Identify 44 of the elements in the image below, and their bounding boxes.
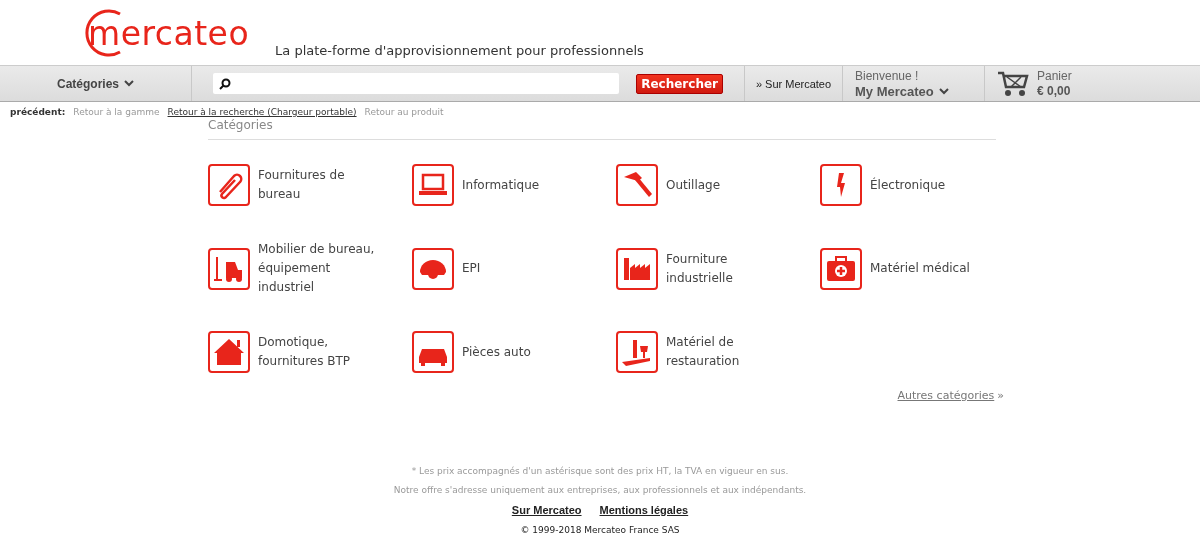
- breadcrumb-link[interactable]: Retour à la recherche (Chargeur portable): [167, 107, 357, 117]
- tagline: La plate-forme d'approvisionnement pour professionnels: [275, 43, 644, 58]
- factory-icon[interactable]: [616, 247, 658, 290]
- breadcrumb-label: précédent:: [10, 107, 66, 117]
- car-icon[interactable]: [412, 331, 454, 373]
- cart-total: € 0,00: [1037, 83, 1072, 99]
- house-icon[interactable]: [208, 331, 250, 373]
- shopping-cart-icon[interactable]: [997, 70, 1029, 97]
- category-link[interactable]: Matériel de restauration: [666, 333, 791, 371]
- search-button[interactable]: Rechercher: [636, 73, 723, 94]
- footer-note: Notre offre s'adresse uniquement aux entreprises, aux professionnels et aux indépendants.: [393, 485, 807, 495]
- more-categories-link[interactable]: Autres catégories: [897, 389, 995, 402]
- category-link[interactable]: Mobilier de bureau, équipement industriel: [258, 240, 383, 297]
- chevron-down-icon: [938, 87, 949, 95]
- copyright: © 1999-2018 Mercateo France SAS: [520, 525, 680, 535]
- chevron-down-icon: [124, 80, 134, 87]
- category-link[interactable]: Informatique: [462, 175, 540, 195]
- footer-link[interactable]: Mentions légales: [599, 504, 689, 516]
- category-link[interactable]: Fournitures de bureau: [258, 166, 383, 204]
- category-link[interactable]: Fourniture industrielle: [666, 249, 791, 288]
- account-menu-button[interactable]: My Mercateo: [855, 83, 949, 99]
- hammer-icon[interactable]: [616, 164, 658, 206]
- serving-tray-icon[interactable]: [616, 331, 658, 373]
- section-title: Catégories: [208, 117, 996, 140]
- category-link[interactable]: Outillage: [666, 175, 721, 195]
- paperclip-icon[interactable]: [208, 164, 250, 206]
- category-link[interactable]: EPI: [462, 259, 481, 278]
- first-aid-kit-icon[interactable]: [820, 247, 862, 290]
- about-link[interactable]: » Sur Mercateo: [755, 77, 832, 90]
- categories-menu-button[interactable]: Catégories: [57, 76, 134, 91]
- footer-link[interactable]: Sur Mercateo: [511, 504, 582, 516]
- cart-label: Panier: [1037, 68, 1072, 84]
- search-icon: [219, 77, 231, 90]
- more-arrow: »: [997, 389, 1004, 402]
- category-link[interactable]: Domotique, fournitures BTP: [258, 333, 383, 371]
- welcome-text: Bienvenue !: [855, 68, 920, 84]
- category-link[interactable]: Pièces auto: [462, 342, 531, 362]
- laptop-icon[interactable]: [412, 164, 454, 206]
- lightning-icon[interactable]: [820, 164, 862, 206]
- mercateo-logo[interactable]: mercateo: [78, 12, 250, 54]
- search-field[interactable]: [213, 73, 620, 94]
- footer-note: * Les prix accompagnés d'un astérisque sont des prix HT, la TVA en vigueur en sus.: [411, 466, 789, 476]
- category-link[interactable]: Matériel médical: [870, 259, 970, 278]
- category-link[interactable]: Électronique: [870, 175, 946, 195]
